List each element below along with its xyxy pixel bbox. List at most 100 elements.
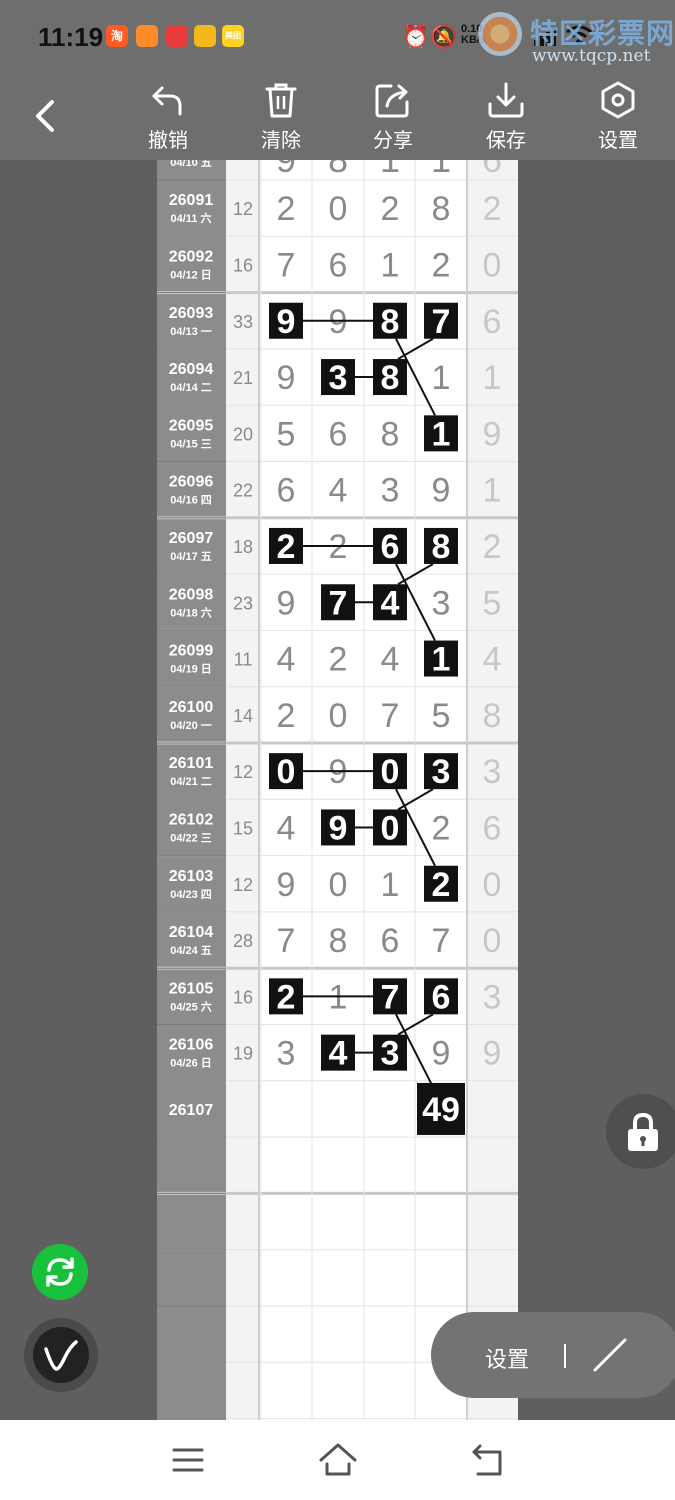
digit-cell: 7 <box>277 922 296 960</box>
marked-digit: 1 <box>432 641 451 679</box>
marked-digit: 4 <box>381 584 400 622</box>
row-date: 04/22 三 <box>170 831 212 844</box>
digit-cell: 1 <box>432 359 451 397</box>
refresh-button[interactable] <box>32 1244 88 1300</box>
row-sum: 22 <box>233 481 253 501</box>
extra-cell: 6 <box>483 303 502 341</box>
marked-digit: 2 <box>277 978 296 1016</box>
row-issue-id: 26092 <box>169 248 214 265</box>
row-issue-id: 26098 <box>169 586 214 603</box>
marked-digit: 8 <box>432 528 451 566</box>
home-icon[interactable] <box>316 1438 360 1482</box>
marked-digit: 6 <box>432 978 451 1016</box>
extra-cell: 1 <box>483 359 502 397</box>
trend-chart-canvas[interactable]: 04/10 五981162609104/11 六12202822609204/1… <box>157 160 518 1420</box>
row-date: 04/21 二 <box>170 776 212 788</box>
digit-cell: 6 <box>381 922 400 960</box>
row-sum: 20 <box>233 424 253 444</box>
row-sum: 19 <box>233 1044 253 1064</box>
pen-button-inner <box>33 1327 89 1383</box>
row-sum: 23 <box>233 593 253 613</box>
digit-cell: 0 <box>329 866 348 904</box>
digit-cell: 2 <box>277 697 296 735</box>
digit-cell: 8 <box>381 415 400 453</box>
trend-chart[interactable]: 04/10 五981162609104/11 六12202822609204/1… <box>157 160 518 1420</box>
watermark-logo-icon <box>478 12 522 56</box>
digit-cell: 1 <box>381 246 400 284</box>
mute-icon: 🔕 <box>430 24 458 49</box>
marked-digit: 3 <box>432 753 451 791</box>
clock: 11:19 <box>38 22 104 52</box>
lock-button[interactable] <box>606 1094 675 1169</box>
line-tool-icon[interactable] <box>581 1330 639 1380</box>
digit-cell: 7 <box>277 246 296 284</box>
row-date: 04/26 日 <box>170 1057 212 1070</box>
row-date: 04/10 五 <box>170 160 212 169</box>
marked-digit: 7 <box>329 584 348 622</box>
settings-button[interactable]: 设置 <box>573 80 663 160</box>
digit-cell: 8 <box>328 160 348 180</box>
floating-settings-button[interactable]: 设置 <box>485 1342 529 1374</box>
digit-cell: 7 <box>381 697 400 735</box>
extra-cell: 1 <box>483 472 502 510</box>
menu-icon[interactable] <box>166 1438 210 1482</box>
watermark-url: www.tqcp.net <box>532 46 651 66</box>
row-issue-id: 26105 <box>169 980 214 997</box>
marked-digit: 2 <box>277 528 296 566</box>
lock-icon <box>628 1112 658 1151</box>
back-nav-icon[interactable] <box>466 1438 510 1482</box>
marked-digit: 2 <box>432 866 451 904</box>
floating-settings-pill: 设置 <box>431 1312 675 1398</box>
row-sum: 12 <box>233 762 253 782</box>
marked-digit: 3 <box>329 359 348 397</box>
row-sum: 18 <box>233 537 253 557</box>
row-issue-id: 26096 <box>169 474 214 491</box>
pen-stroke-icon <box>44 1340 78 1371</box>
row-date: 04/18 六 <box>170 605 212 619</box>
digit-cell: 2 <box>277 190 296 228</box>
digit-cell: 5 <box>432 697 451 735</box>
extra-cell: 2 <box>483 528 502 566</box>
calendar-app-icon <box>166 25 188 47</box>
share-button[interactable]: 分享 <box>348 80 438 160</box>
extra-cell: 6 <box>483 809 502 847</box>
row-date: 04/17 五 <box>170 550 212 563</box>
row-sum: 16 <box>233 987 253 1007</box>
digit-cell: 3 <box>277 1035 296 1073</box>
marked-digit: 8 <box>381 303 400 341</box>
marked-digit: 9 <box>329 809 348 847</box>
digit-cell: 0 <box>329 697 348 735</box>
meituan-icon: 美团 <box>222 25 244 47</box>
undo-button[interactable]: 撤销 <box>123 80 213 160</box>
alarm-icon: ⏰ <box>402 24 430 49</box>
extra-cell: 5 <box>483 584 502 622</box>
row-date: 04/24 五 <box>170 944 212 957</box>
digit-cell: 9 <box>432 1035 451 1073</box>
marked-digit: 1 <box>432 415 451 453</box>
row-issue-id: 26104 <box>169 924 214 941</box>
undo-label: 撤销 <box>148 130 188 152</box>
weather-app-icon <box>194 25 216 47</box>
back-button[interactable] <box>20 90 70 140</box>
save-button[interactable]: 保存 <box>461 80 551 160</box>
undo-icon <box>152 86 182 116</box>
pen-button[interactable] <box>24 1318 98 1392</box>
digit-cell: 4 <box>277 641 296 679</box>
video-app-icon <box>136 25 158 47</box>
watermark: 特区彩票网 www.tqcp.net <box>470 6 675 66</box>
digit-cell: 9 <box>277 866 296 904</box>
row-issue-id: 26100 <box>169 699 214 716</box>
marked-digit: 0 <box>381 809 400 847</box>
digit-cell: 0 <box>329 190 348 228</box>
row-issue-id: 26093 <box>169 305 214 322</box>
digit-cell: 9 <box>277 584 296 622</box>
refresh-icon <box>46 1257 74 1287</box>
extra-cell: 4 <box>483 641 502 679</box>
row-issue-id: 26106 <box>169 1037 214 1054</box>
clear-button[interactable]: 清除 <box>236 80 326 160</box>
row-issue-id: 26095 <box>169 417 214 434</box>
digit-cell: 2 <box>329 641 348 679</box>
digit-cell: 3 <box>381 472 400 510</box>
pill-divider <box>564 1344 566 1368</box>
row-issue-id: 26101 <box>169 755 214 772</box>
